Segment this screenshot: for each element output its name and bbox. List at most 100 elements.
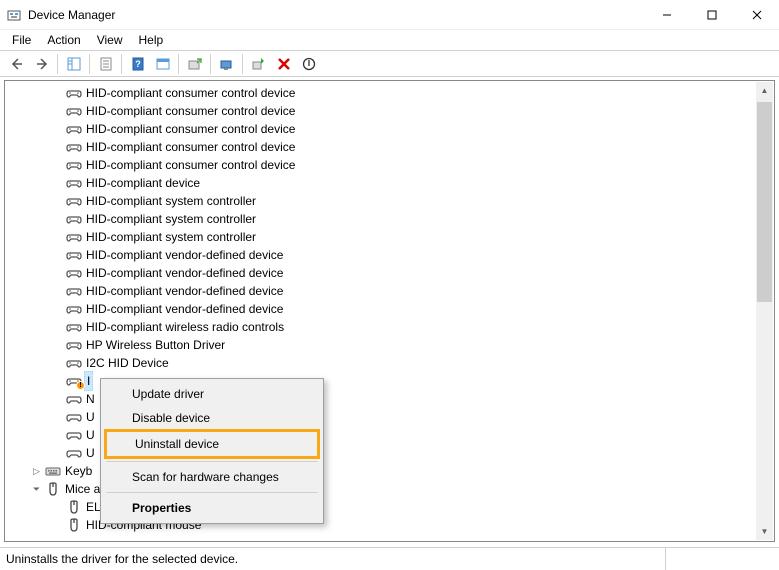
expand-icon[interactable]: ▷ <box>30 465 43 478</box>
hid-device-icon <box>66 283 82 299</box>
tree-item-label: HID-compliant consumer control device <box>86 120 295 138</box>
menu-file[interactable]: File <box>4 32 39 48</box>
hid-device-icon <box>66 121 82 137</box>
tree-item[interactable]: I2C HID Device <box>6 354 773 372</box>
tree-item[interactable]: HP Wireless Button Driver <box>6 336 773 354</box>
scroll-down-button[interactable]: ▼ <box>756 523 773 540</box>
tree-item[interactable]: HID-compliant consumer control device <box>6 120 773 138</box>
hid-device-icon <box>66 301 82 317</box>
ctx-separator <box>106 492 318 493</box>
mouse-icon <box>45 481 61 497</box>
maximize-button[interactable] <box>689 0 734 29</box>
action-button[interactable] <box>151 52 174 75</box>
tree-item-label: U <box>86 426 95 444</box>
tree-item-label: I2C HID Device <box>86 354 169 372</box>
minimize-button[interactable] <box>644 0 689 29</box>
scan-button[interactable] <box>215 52 238 75</box>
tree-item-label: HID-compliant consumer control device <box>86 102 295 120</box>
menu-action[interactable]: Action <box>39 32 88 48</box>
hid-device-icon <box>66 319 82 335</box>
tree-item[interactable]: HID-compliant vendor-defined device <box>6 282 773 300</box>
toolbar-separator <box>89 54 90 74</box>
hid-device-icon <box>66 157 82 173</box>
ctx-properties[interactable]: Properties <box>104 496 320 520</box>
hid-device-icon <box>66 355 82 371</box>
tree-item[interactable]: HID-compliant vendor-defined device <box>6 300 773 318</box>
tree-item[interactable]: HID-compliant consumer control device <box>6 156 773 174</box>
hid-device-icon <box>66 409 82 425</box>
app-icon <box>6 7 22 23</box>
scroll-thumb[interactable] <box>757 102 772 302</box>
tree-item-label: HID-compliant consumer control device <box>86 138 295 156</box>
toolbar-separator <box>57 54 58 74</box>
hid-device-icon <box>66 229 82 245</box>
scroll-up-button[interactable]: ▲ <box>756 82 773 99</box>
collapse-icon[interactable]: ⏷ <box>30 483 43 496</box>
tree-item[interactable]: HID-compliant consumer control device <box>6 102 773 120</box>
tree-item[interactable]: HID-compliant system controller <box>6 228 773 246</box>
hid-device-icon <box>66 445 82 461</box>
tree-item-label: HID-compliant vendor-defined device <box>86 300 283 318</box>
tree-item-label: HID-compliant system controller <box>86 228 256 246</box>
tree-item[interactable]: HID-compliant vendor-defined device <box>6 246 773 264</box>
keyboard-icon <box>45 463 61 479</box>
tree-item-label: U <box>86 408 95 426</box>
warning-badge-icon: ! <box>76 381 85 390</box>
window-controls <box>644 0 779 29</box>
menubar: File Action View Help <box>0 30 779 50</box>
properties-button[interactable] <box>94 52 117 75</box>
tree-item[interactable]: HID-compliant vendor-defined device <box>6 264 773 282</box>
tree-item-label: HID-compliant system controller <box>86 192 256 210</box>
mouse-icon <box>66 517 82 533</box>
hid-device-icon <box>66 139 82 155</box>
hid-device-icon <box>66 247 82 263</box>
help-button[interactable]: ? <box>126 52 149 75</box>
tree-item[interactable]: HID-compliant system controller <box>6 192 773 210</box>
hid-device-icon <box>66 175 82 191</box>
menu-help[interactable]: Help <box>131 32 172 48</box>
tree-item[interactable]: HID-compliant wireless radio controls <box>6 318 773 336</box>
show-hide-tree-button[interactable] <box>62 52 85 75</box>
forward-button[interactable] <box>30 52 53 75</box>
titlebar: Device Manager <box>0 0 779 30</box>
ctx-uninstall-device[interactable]: Uninstall device <box>104 429 320 459</box>
toolbar-separator <box>178 54 179 74</box>
tree-item[interactable]: HID-compliant device <box>6 174 773 192</box>
svg-text:?: ? <box>135 59 141 69</box>
hid-device-icon <box>66 193 82 209</box>
hid-device-icon <box>66 265 82 281</box>
tree-item[interactable]: HID-compliant consumer control device <box>6 138 773 156</box>
tree-item[interactable]: HID-compliant consumer control device <box>6 84 773 102</box>
hid-device-icon <box>66 85 82 101</box>
status-text: Uninstalls the driver for the selected d… <box>6 552 238 566</box>
ctx-scan-hardware[interactable]: Scan for hardware changes <box>104 465 320 489</box>
mouse-icon <box>66 499 82 515</box>
toolbar: ? <box>0 50 779 77</box>
hid-device-icon <box>66 211 82 227</box>
ctx-disable-device[interactable]: Disable device <box>104 406 320 430</box>
close-button[interactable] <box>734 0 779 29</box>
tree-item[interactable]: HID-compliant system controller <box>6 210 773 228</box>
toolbar-separator <box>242 54 243 74</box>
enable-button[interactable] <box>247 52 270 75</box>
tree-item-label: Keyb <box>65 462 92 480</box>
toolbar-separator <box>121 54 122 74</box>
ctx-update-driver[interactable]: Update driver <box>104 382 320 406</box>
window-title: Device Manager <box>28 8 644 22</box>
hid-device-icon <box>66 337 82 353</box>
tree-item-label: HID-compliant vendor-defined device <box>86 246 283 264</box>
back-button[interactable] <box>5 52 28 75</box>
tree-item-label: HID-compliant consumer control device <box>86 156 295 174</box>
tree-item-label: HID-compliant system controller <box>86 210 256 228</box>
tree-item-label: HID-compliant vendor-defined device <box>86 282 283 300</box>
disable-button[interactable] <box>297 52 320 75</box>
tree-item-label: HP Wireless Button Driver <box>86 336 225 354</box>
menu-view[interactable]: View <box>89 32 131 48</box>
tree-item-label: HID-compliant device <box>86 174 200 192</box>
hid-device-icon <box>66 427 82 443</box>
statusbar: Uninstalls the driver for the selected d… <box>0 547 779 570</box>
tree-item-label: I <box>84 371 93 391</box>
uninstall-button[interactable] <box>272 52 295 75</box>
update-driver-button[interactable] <box>183 52 206 75</box>
vertical-scrollbar[interactable]: ▲ ▼ <box>756 82 773 540</box>
